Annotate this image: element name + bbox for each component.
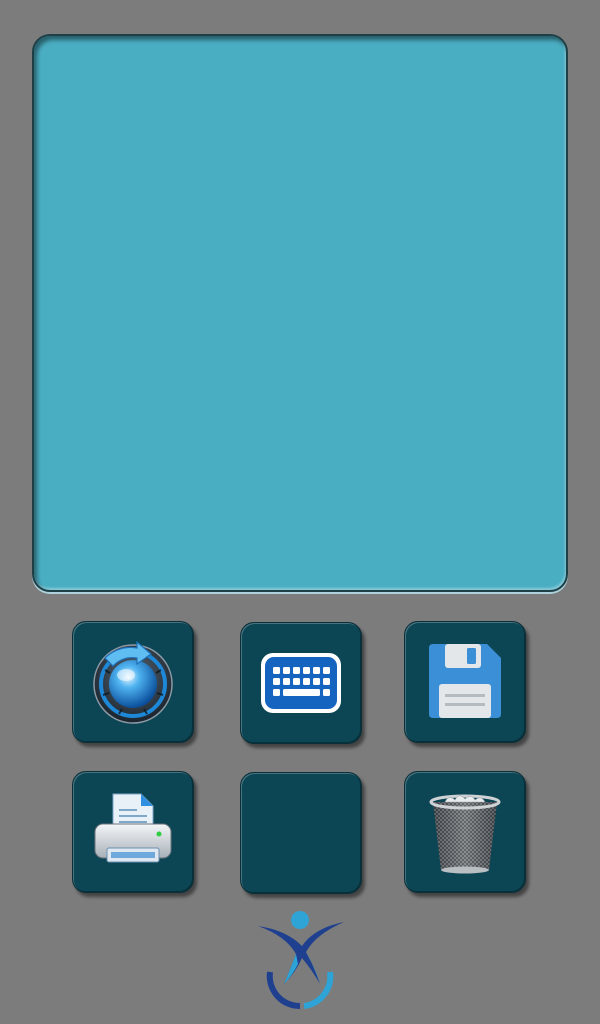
refresh-button[interactable]: [72, 621, 194, 743]
drawing-canvas[interactable]: [32, 34, 568, 592]
trash-bin-icon: [429, 794, 501, 874]
keyboard-icon: [261, 653, 341, 713]
brand-logo: [258, 911, 344, 1010]
refresh-icon: [93, 640, 173, 724]
empty-button[interactable]: [240, 772, 362, 894]
floppy-disk-icon: [429, 644, 501, 718]
trash-button[interactable]: [404, 771, 526, 893]
printer-icon: [94, 793, 172, 863]
save-button[interactable]: [404, 621, 526, 743]
keyboard-button[interactable]: [240, 622, 362, 744]
print-button[interactable]: [72, 771, 194, 893]
